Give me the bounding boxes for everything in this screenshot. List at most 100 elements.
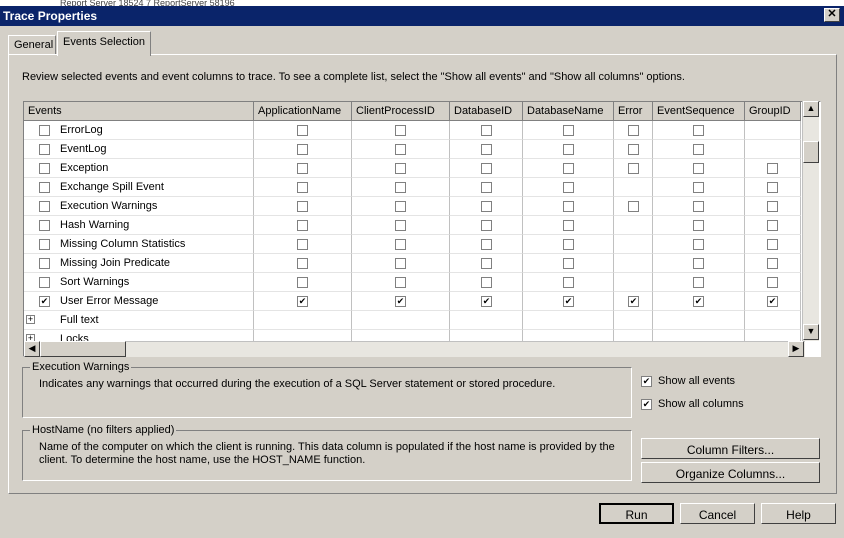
column-checkbox[interactable]: [628, 144, 639, 155]
column-checkbox[interactable]: [693, 220, 704, 231]
grid-horizontal-scrollbar[interactable]: ◀ ▶: [24, 341, 805, 357]
column-header-error[interactable]: Error: [614, 102, 653, 121]
column-header-events[interactable]: Events: [24, 102, 254, 121]
column-checkbox[interactable]: [628, 125, 639, 136]
column-checkbox[interactable]: [297, 258, 308, 269]
category-row[interactable]: + Full text: [24, 311, 801, 330]
column-checkbox[interactable]: [481, 125, 492, 136]
scroll-left-button[interactable]: ◀: [24, 341, 40, 357]
column-checkbox[interactable]: [693, 182, 704, 193]
column-checkbox[interactable]: [563, 144, 574, 155]
horizontal-scroll-thumb[interactable]: [40, 341, 126, 357]
column-checkbox[interactable]: [693, 125, 704, 136]
column-checkbox[interactable]: [481, 163, 492, 174]
column-checkbox[interactable]: [395, 296, 406, 307]
column-checkbox[interactable]: [693, 296, 704, 307]
column-checkbox[interactable]: [481, 201, 492, 212]
column-checkbox[interactable]: [395, 163, 406, 174]
column-checkbox[interactable]: [628, 296, 639, 307]
column-checkbox[interactable]: [767, 258, 778, 269]
column-checkbox[interactable]: [693, 277, 704, 288]
column-checkbox[interactable]: [297, 239, 308, 250]
organize-columns-button[interactable]: Organize Columns...: [641, 462, 820, 483]
event-checkbox[interactable]: [39, 277, 50, 288]
column-header-applicationname[interactable]: ApplicationName: [254, 102, 352, 121]
event-checkbox[interactable]: [39, 258, 50, 269]
tab-general[interactable]: General: [8, 35, 56, 55]
column-filters-button[interactable]: Column Filters...: [641, 438, 820, 459]
column-header-databaseid[interactable]: DatabaseID: [450, 102, 523, 121]
close-button[interactable]: ✕: [824, 8, 840, 22]
column-checkbox[interactable]: [297, 296, 308, 307]
column-checkbox[interactable]: [563, 163, 574, 174]
column-checkbox[interactable]: [297, 220, 308, 231]
column-checkbox[interactable]: [297, 125, 308, 136]
column-checkbox[interactable]: [563, 239, 574, 250]
event-checkbox[interactable]: [39, 125, 50, 136]
column-checkbox[interactable]: [395, 220, 406, 231]
column-checkbox[interactable]: [395, 144, 406, 155]
event-checkbox[interactable]: [39, 182, 50, 193]
column-checkbox[interactable]: [395, 277, 406, 288]
column-checkbox[interactable]: [767, 182, 778, 193]
column-checkbox[interactable]: [395, 258, 406, 269]
column-checkbox[interactable]: [563, 258, 574, 269]
column-header-groupid[interactable]: GroupID: [745, 102, 801, 121]
column-checkbox[interactable]: [481, 144, 492, 155]
column-checkbox[interactable]: [297, 163, 308, 174]
column-checkbox[interactable]: [693, 239, 704, 250]
column-header-eventsequence[interactable]: EventSequence: [653, 102, 745, 121]
column-checkbox[interactable]: [767, 277, 778, 288]
column-checkbox[interactable]: [563, 201, 574, 212]
column-checkbox[interactable]: [767, 163, 778, 174]
column-checkbox[interactable]: [767, 239, 778, 250]
column-checkbox[interactable]: [395, 182, 406, 193]
column-checkbox[interactable]: [297, 182, 308, 193]
tab-events-selection[interactable]: Events Selection: [57, 31, 151, 56]
show-all-events-checkbox[interactable]: Show all events: [641, 375, 735, 387]
column-checkbox[interactable]: [563, 182, 574, 193]
event-checkbox[interactable]: [39, 220, 50, 231]
scroll-down-button[interactable]: ▼: [803, 324, 819, 340]
column-checkbox[interactable]: [563, 220, 574, 231]
cancel-button[interactable]: Cancel: [680, 503, 755, 524]
scroll-up-button[interactable]: ▲: [803, 101, 819, 117]
show-all-events-check-icon[interactable]: [641, 376, 652, 387]
column-checkbox[interactable]: [767, 296, 778, 307]
column-checkbox[interactable]: [395, 201, 406, 212]
run-button[interactable]: Run: [599, 503, 674, 524]
column-checkbox[interactable]: [693, 163, 704, 174]
event-checkbox[interactable]: [39, 144, 50, 155]
column-header-clientprocessid[interactable]: ClientProcessID: [352, 102, 450, 121]
show-all-columns-check-icon[interactable]: [641, 399, 652, 410]
column-checkbox[interactable]: [628, 163, 639, 174]
event-checkbox[interactable]: [39, 163, 50, 174]
column-checkbox[interactable]: [297, 144, 308, 155]
event-checkbox[interactable]: [39, 239, 50, 250]
column-checkbox[interactable]: [693, 201, 704, 212]
column-checkbox[interactable]: [628, 201, 639, 212]
column-header-databasename[interactable]: DatabaseName: [523, 102, 614, 121]
column-checkbox[interactable]: [395, 239, 406, 250]
help-button[interactable]: Help: [761, 503, 836, 524]
scroll-right-button[interactable]: ▶: [788, 341, 804, 357]
show-all-columns-checkbox[interactable]: Show all columns: [641, 398, 744, 410]
grid-vertical-scrollbar[interactable]: ▲ ▼: [802, 101, 819, 341]
column-checkbox[interactable]: [297, 201, 308, 212]
column-checkbox[interactable]: [767, 220, 778, 231]
column-checkbox[interactable]: [693, 144, 704, 155]
column-checkbox[interactable]: [767, 201, 778, 212]
vertical-scroll-thumb[interactable]: [803, 141, 819, 163]
column-checkbox[interactable]: [563, 296, 574, 307]
column-checkbox[interactable]: [563, 277, 574, 288]
column-checkbox[interactable]: [481, 296, 492, 307]
expand-icon[interactable]: +: [26, 315, 35, 324]
column-checkbox[interactable]: [481, 277, 492, 288]
column-checkbox[interactable]: [481, 239, 492, 250]
column-checkbox[interactable]: [693, 258, 704, 269]
column-checkbox[interactable]: [481, 182, 492, 193]
column-checkbox[interactable]: [297, 277, 308, 288]
column-checkbox[interactable]: [395, 125, 406, 136]
column-checkbox[interactable]: [563, 125, 574, 136]
event-checkbox[interactable]: [39, 296, 50, 307]
